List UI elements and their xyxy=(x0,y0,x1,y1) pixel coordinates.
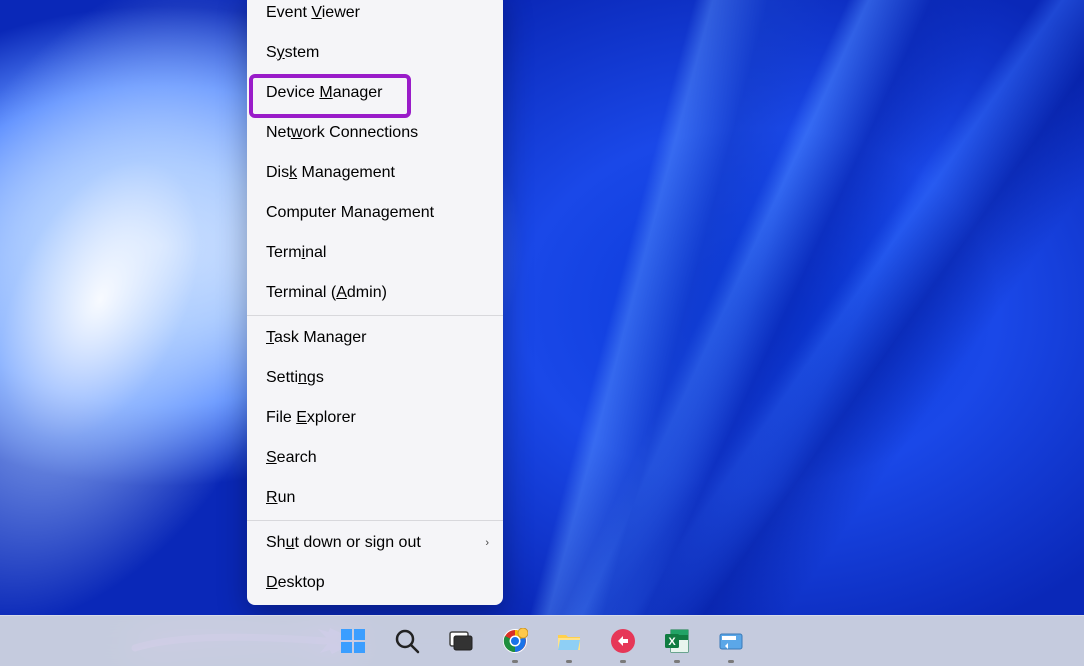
menu-item-label: Terminal (Admin) xyxy=(266,284,387,302)
menu-item-label: Device Manager xyxy=(266,84,383,102)
menu-item-settings[interactable]: Settings xyxy=(247,358,503,398)
menu-item-label: System xyxy=(266,44,319,62)
search-button-icon xyxy=(394,628,420,654)
menu-item-search[interactable]: Search xyxy=(247,438,503,478)
svg-text:X: X xyxy=(668,636,676,648)
menu-item-network-connections[interactable]: Network Connections xyxy=(247,113,503,153)
red-app-icon xyxy=(610,628,636,654)
menu-item-label: Terminal xyxy=(266,244,326,262)
running-indicator xyxy=(620,660,626,663)
chrome-app[interactable] xyxy=(494,620,536,662)
run-app[interactable] xyxy=(710,620,752,662)
menu-item-shutdown-signout[interactable]: Shut down or sign out › xyxy=(247,523,503,563)
menu-separator xyxy=(247,315,503,316)
menu-item-label: Desktop xyxy=(266,574,325,592)
menu-item-terminal[interactable]: Terminal xyxy=(247,233,503,273)
running-indicator xyxy=(674,660,680,663)
menu-item-device-manager[interactable]: Device Manager xyxy=(247,73,503,113)
search-button[interactable] xyxy=(386,620,428,662)
menu-item-disk-management[interactable]: Disk Management xyxy=(247,153,503,193)
menu-item-run[interactable]: Run xyxy=(247,478,503,518)
red-app[interactable] xyxy=(602,620,644,662)
menu-item-label: Network Connections xyxy=(266,124,418,142)
menu-item-desktop[interactable]: Desktop xyxy=(247,563,503,603)
chrome-app-icon xyxy=(502,628,528,654)
menu-item-label: Run xyxy=(266,489,295,507)
menu-item-label: Task Manager xyxy=(266,329,367,347)
running-indicator xyxy=(728,660,734,663)
start-button-icon xyxy=(340,628,366,654)
task-view-button[interactable] xyxy=(440,620,482,662)
menu-item-event-viewer[interactable]: Event Viewer xyxy=(247,0,503,33)
menu-item-file-explorer[interactable]: File Explorer xyxy=(247,398,503,438)
menu-item-computer-management[interactable]: Computer Management xyxy=(247,193,503,233)
menu-item-terminal-admin[interactable]: Terminal (Admin) xyxy=(247,273,503,313)
menu-item-label: Event Viewer xyxy=(266,4,360,22)
taskbar: X xyxy=(0,615,1084,666)
task-view-button-icon xyxy=(448,628,474,654)
chevron-right-icon: › xyxy=(485,537,489,549)
running-indicator xyxy=(512,660,518,663)
running-indicator xyxy=(566,660,572,663)
menu-item-label: Shut down or sign out xyxy=(266,534,421,552)
menu-item-label: Search xyxy=(266,449,317,467)
desktop-wallpaper xyxy=(0,0,1084,615)
winx-context-menu: Event Viewer System Device Manager Network … xyxy=(247,0,503,605)
menu-separator xyxy=(247,520,503,521)
run-app-icon xyxy=(718,628,744,654)
menu-item-label: Disk Management xyxy=(266,164,395,182)
excel-app[interactable]: X xyxy=(656,620,698,662)
menu-item-task-manager[interactable]: Task Manager xyxy=(247,318,503,358)
menu-item-label: Computer Management xyxy=(266,204,434,222)
start-button[interactable] xyxy=(332,620,374,662)
menu-item-system[interactable]: System xyxy=(247,33,503,73)
excel-app-icon: X xyxy=(664,628,690,654)
file-explorer-app-icon xyxy=(556,628,582,654)
file-explorer-app[interactable] xyxy=(548,620,590,662)
menu-item-label: File Explorer xyxy=(266,409,356,427)
menu-item-label: Settings xyxy=(266,369,324,387)
